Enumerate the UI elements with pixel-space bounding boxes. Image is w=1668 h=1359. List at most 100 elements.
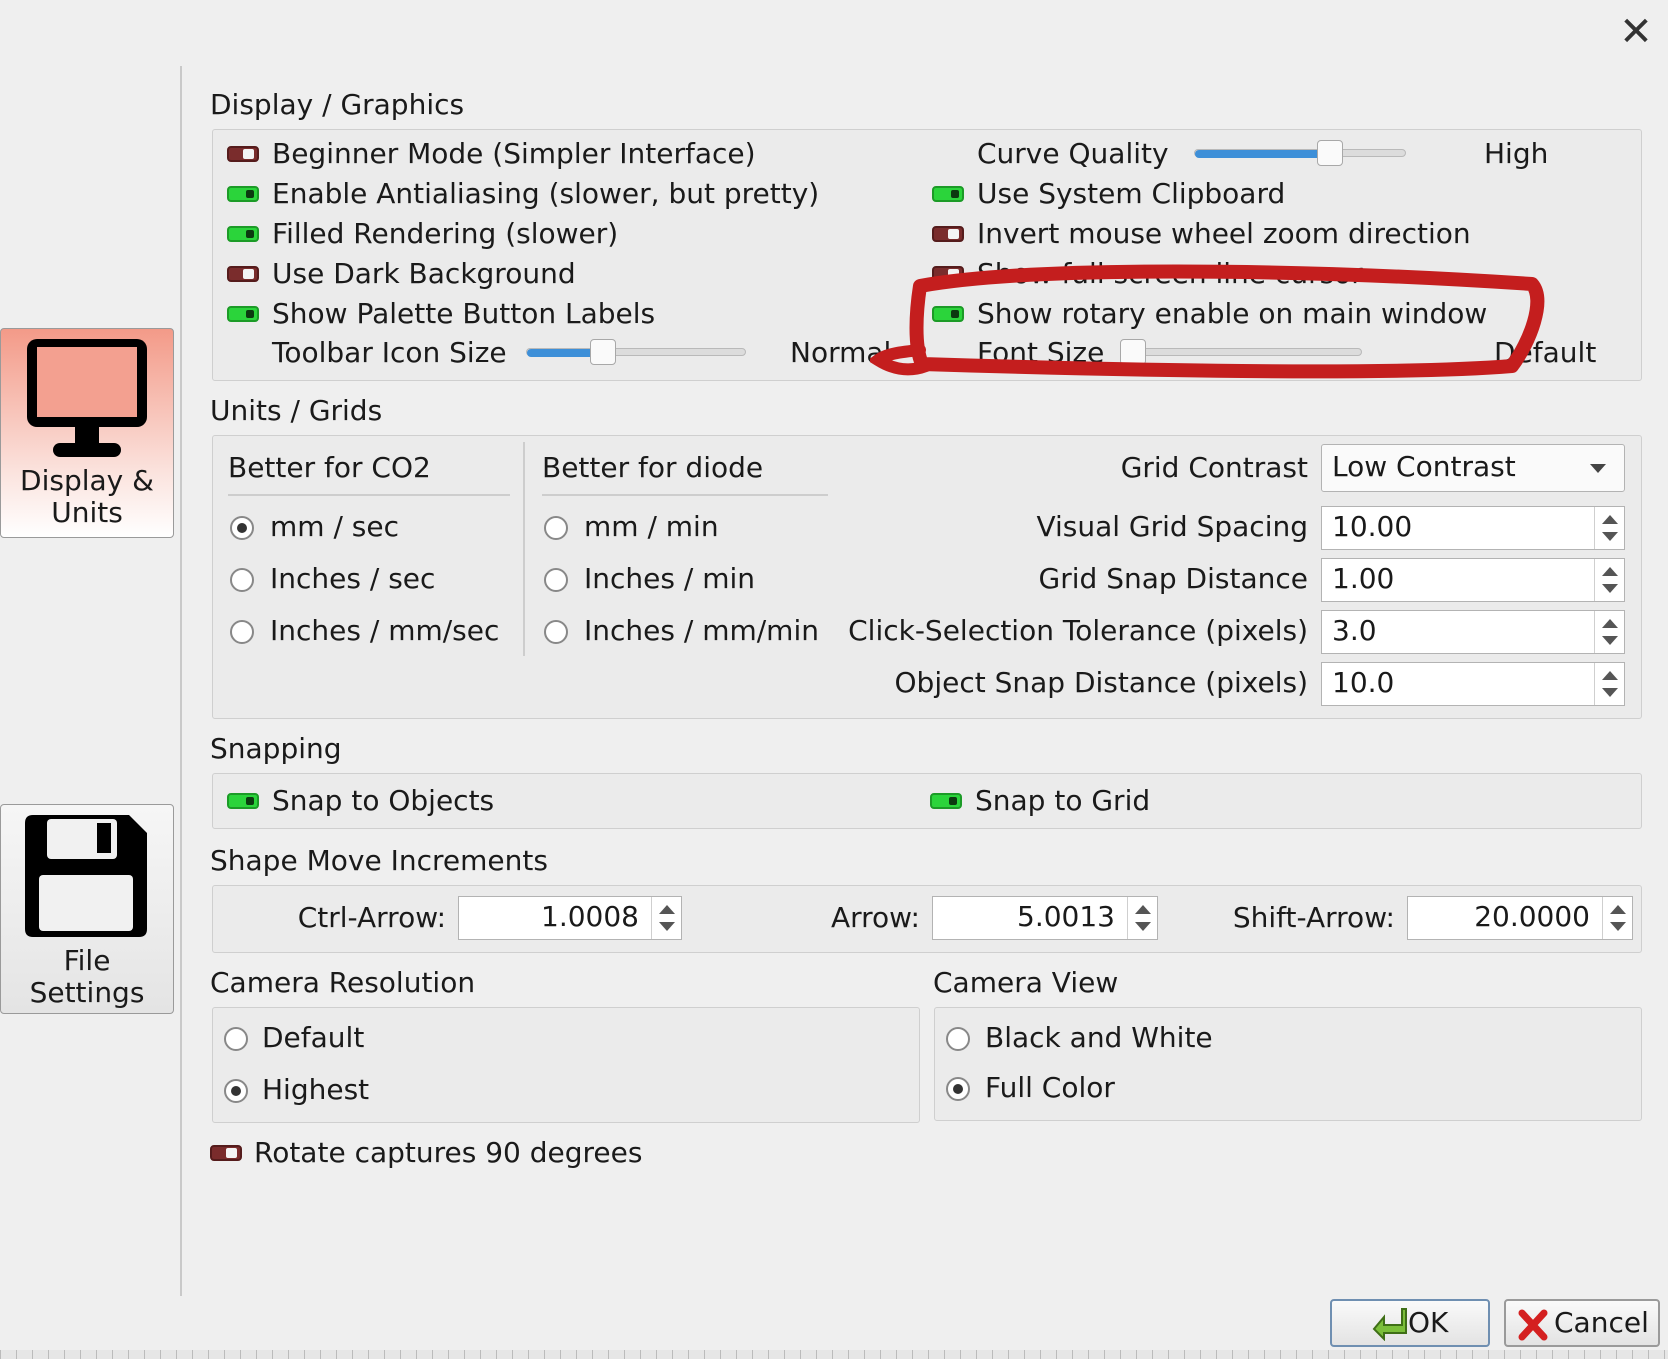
red-highlight-annotation [870,264,1545,379]
grid-snap-distance-label: Grid Snap Distance [1038,562,1308,595]
spin-arrows-icon[interactable] [1594,559,1624,601]
spin-arrows-icon[interactable] [1594,611,1624,653]
filled-rendering-toggle[interactable] [227,226,259,242]
units-section-title: Units / Grids [210,394,383,427]
system-clipboard-toggle[interactable] [932,186,964,202]
radio-inches-min[interactable] [544,568,568,592]
ctrl-arrow-spinbox[interactable]: 1.0008 [458,896,682,940]
increments-section-title: Shape Move Increments [210,844,548,877]
radio-inches-sec-label: Inches / sec [270,562,436,595]
rotate-captures-toggle[interactable] [210,1145,242,1161]
snap-objects-toggle[interactable] [227,793,259,809]
chevron-down-icon [1590,464,1606,473]
toolbar-icon-size-handle[interactable] [590,339,616,365]
radio-camera-highest-label: Highest [262,1073,370,1106]
grid-contrast-dropdown[interactable]: Low Contrast [1321,444,1625,492]
ok-button[interactable]: OK [1330,1299,1490,1347]
snap-grid-label: Snap to Grid [975,784,1151,817]
cancel-button[interactable]: Cancel [1504,1299,1660,1347]
grid-snap-distance-value: 1.00 [1332,562,1395,595]
floppy-disk-icon [25,815,147,937]
spin-arrows-icon[interactable] [1594,507,1624,549]
dark-background-label: Use Dark Background [272,257,576,290]
grid-contrast-value: Low Contrast [1332,450,1516,483]
invert-wheel-label: Invert mouse wheel zoom direction [977,217,1471,250]
arrow-label: Arrow: [830,901,920,934]
radio-inches-mm-min[interactable] [544,620,568,644]
curve-quality-handle[interactable] [1317,140,1343,166]
radio-camera-default-label: Default [262,1021,365,1054]
click-tolerance-spinbox[interactable]: 3.0 [1321,610,1625,654]
close-icon[interactable]: ✕ [1612,8,1660,56]
radio-inches-mm-min-label: Inches / mm/min [584,614,819,647]
arrow-value: 5.0013 [1017,900,1115,933]
sidebar-item-file-settings[interactable]: File Settings [0,804,174,1014]
sidebar-item-display-units[interactable]: Display & Units [0,328,174,538]
radio-inches-mm-sec-label: Inches / mm/sec [270,614,500,647]
spin-arrows-icon[interactable] [1594,663,1624,705]
spin-arrows-icon[interactable] [651,897,681,939]
antialiasing-toggle[interactable] [227,186,259,202]
snap-grid-toggle[interactable] [930,793,962,809]
visual-grid-spacing-label: Visual Grid Spacing [1036,510,1308,543]
shift-arrow-spinbox[interactable]: 20.0000 [1407,896,1633,940]
radio-inches-min-label: Inches / min [584,562,755,595]
radio-camera-default[interactable] [224,1027,248,1051]
snapping-section-title: Snapping [210,732,342,765]
diode-group-title: Better for diode [542,451,764,484]
curve-quality-value: High [1484,137,1549,170]
arrow-spinbox[interactable]: 5.0013 [932,896,1158,940]
sidebar-item-label: File Settings [29,944,145,1009]
spin-arrows-icon[interactable] [1602,897,1632,939]
curve-quality-slider[interactable] [1194,149,1406,158]
beginner-mode-label: Beginner Mode (Simpler Interface) [272,137,756,170]
system-clipboard-label: Use System Clipboard [977,177,1286,210]
ok-check-icon [1372,1308,1407,1341]
dialog-title-bar [0,0,1668,64]
antialiasing-label: Enable Antialiasing (slower, but pretty) [272,177,820,210]
radio-full-color[interactable] [946,1077,970,1101]
radio-mm-min-label: mm / min [584,510,719,543]
slider-fill [1195,150,1331,158]
grid-snap-distance-spinbox[interactable]: 1.00 [1321,558,1625,602]
monitor-icon [27,339,147,457]
click-tolerance-value: 3.0 [1332,614,1377,647]
radio-black-white-label: Black and White [985,1021,1213,1054]
cancel-button-label: Cancel [1554,1306,1649,1339]
filled-rendering-label: Filled Rendering (slower) [272,217,619,250]
visual-grid-spacing-spinbox[interactable]: 10.00 [1321,506,1625,550]
cancel-x-icon [1518,1309,1548,1341]
grid-contrast-label: Grid Contrast [1120,451,1308,484]
spin-arrows-icon[interactable] [1127,897,1157,939]
invert-wheel-toggle[interactable] [932,226,964,242]
visual-grid-spacing-value: 10.00 [1332,510,1413,543]
object-snap-distance-label: Object Snap Distance (pixels) [894,666,1308,699]
radio-camera-highest[interactable] [224,1079,248,1103]
dark-background-toggle[interactable] [227,266,259,282]
snap-objects-label: Snap to Objects [272,784,495,817]
radio-mm-sec-label: mm / sec [270,510,399,543]
palette-labels-toggle[interactable] [227,306,259,322]
diode-separator [542,494,828,496]
bottom-edge-strip [0,1350,1668,1359]
radio-mm-min[interactable] [544,516,568,540]
camera-view-title: Camera View [933,966,1119,999]
shift-arrow-value: 20.0000 [1474,900,1590,933]
radio-inches-mm-sec[interactable] [230,620,254,644]
radio-mm-sec[interactable] [230,516,254,540]
radio-black-white[interactable] [946,1027,970,1051]
click-tolerance-label: Click-Selection Tolerance (pixels) [848,614,1308,647]
ctrl-arrow-label: Ctrl-Arrow: [297,901,446,934]
toolbar-icon-size-slider[interactable] [526,348,746,357]
object-snap-distance-spinbox[interactable]: 10.0 [1321,662,1625,706]
ok-button-label: OK [1408,1306,1449,1339]
toolbar-icon-size-label: Toolbar Icon Size [272,336,507,369]
co2-separator [228,494,510,496]
radio-full-color-label: Full Color [985,1071,1115,1104]
beginner-mode-toggle[interactable] [227,146,259,162]
rotate-captures-label: Rotate captures 90 degrees [254,1136,643,1169]
sidebar-divider [180,66,182,1296]
sidebar-item-label: Display & Units [20,464,154,529]
radio-inches-sec[interactable] [230,568,254,592]
ctrl-arrow-value: 1.0008 [541,900,639,933]
